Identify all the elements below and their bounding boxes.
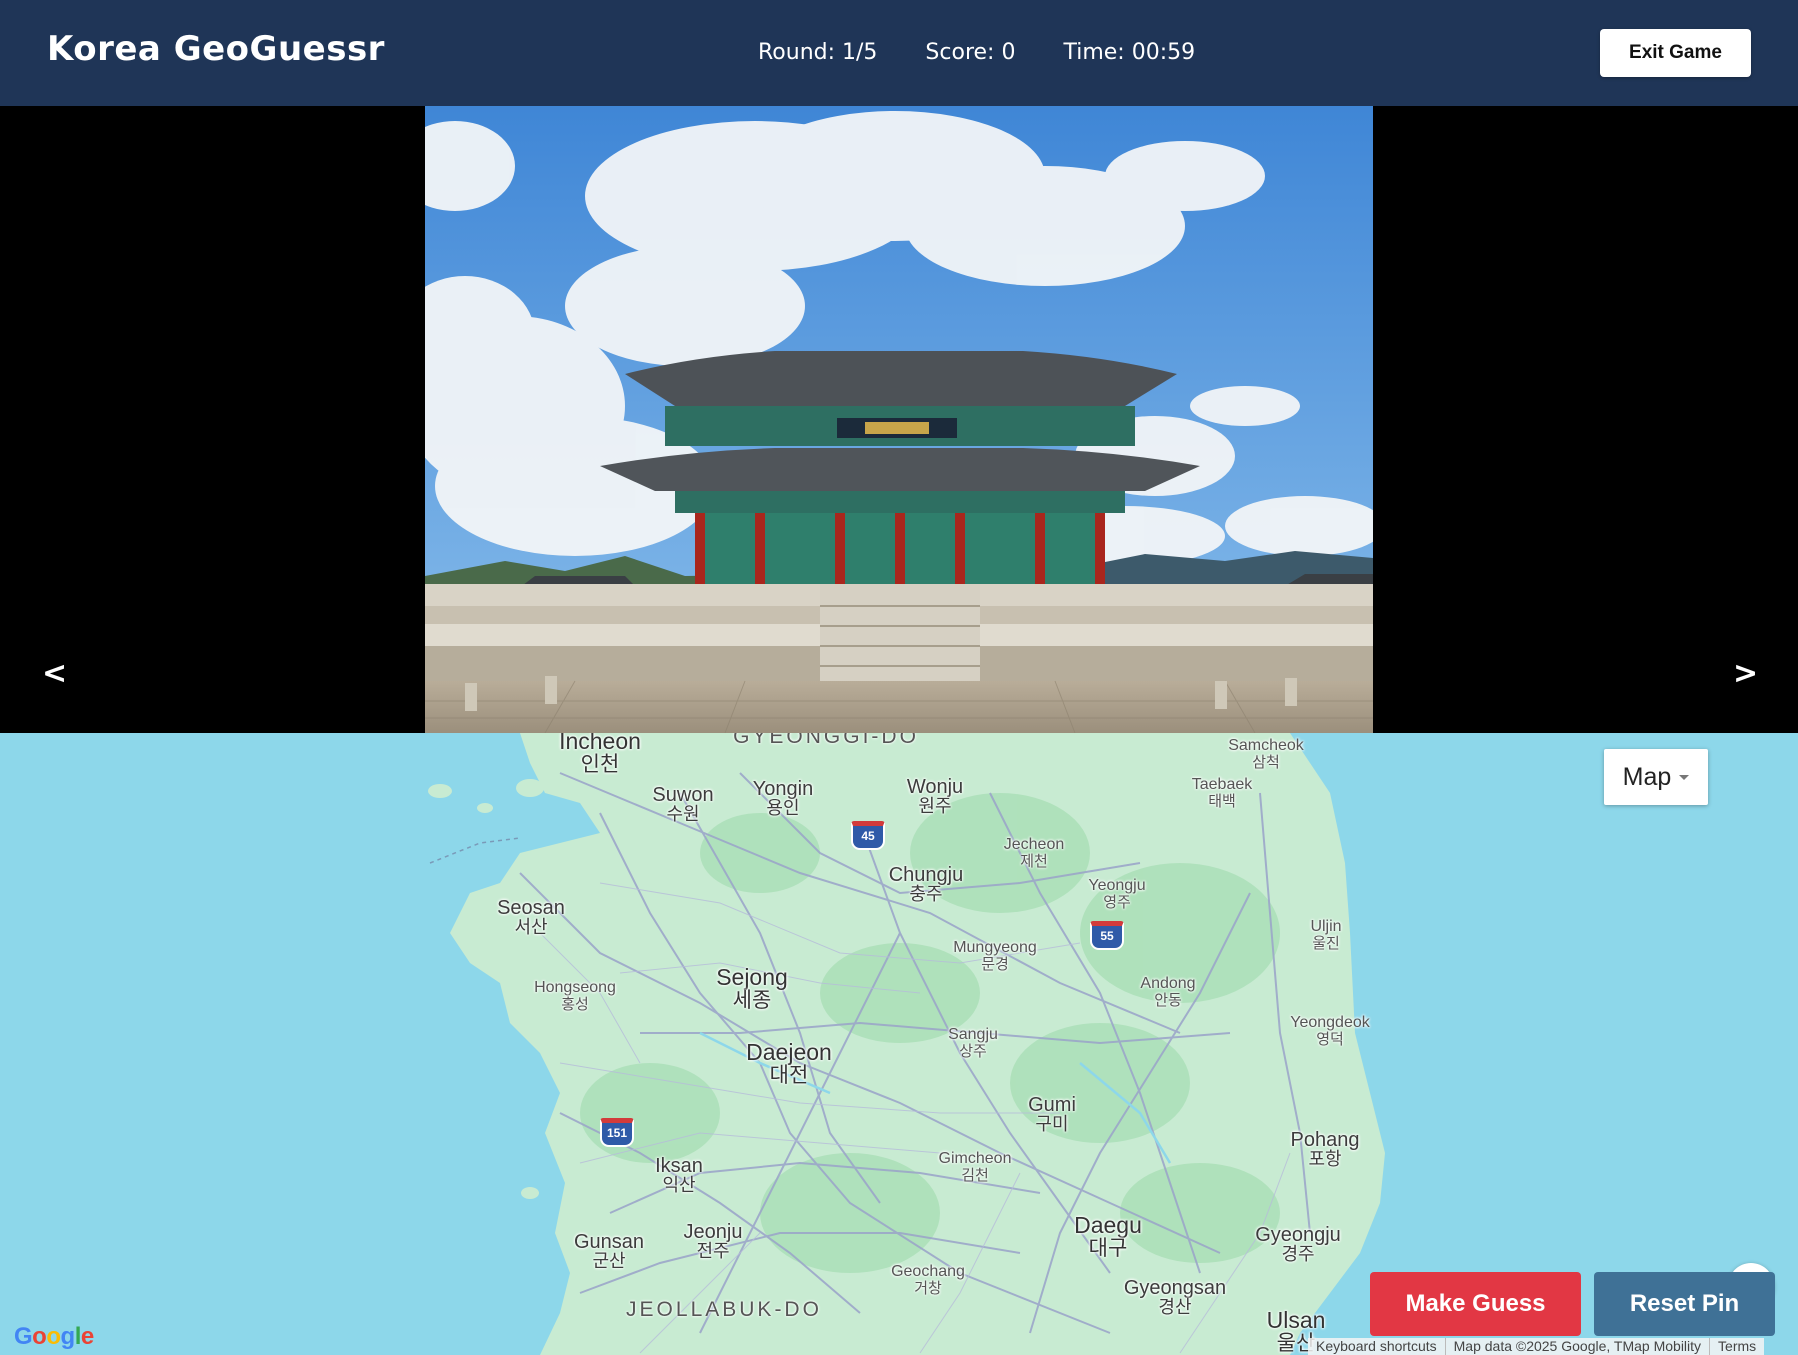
make-guess-button[interactable]: Make Guess xyxy=(1370,1272,1581,1336)
round-counter: Round: 1/5 xyxy=(758,40,878,65)
city-label-hongseong: Hongseong 홍성 xyxy=(534,979,616,1013)
city-label-mungyeong: Mungyeong 문경 xyxy=(953,939,1037,973)
score-display: Score: 0 xyxy=(925,40,1016,65)
next-photo-button[interactable]: > xyxy=(1733,656,1758,691)
city-label-samcheok: Samcheok 삼척 xyxy=(1228,737,1304,771)
highway-shield: 151 xyxy=(600,1118,634,1147)
guess-map[interactable]: GYEONGGI-DO JEOLLABUK-DO 45 55 151 Inche… xyxy=(0,733,1798,1355)
keyboard-shortcuts-link[interactable]: Keyboard shortcuts xyxy=(1308,1338,1445,1355)
city-label-gunsan: Gunsan 군산 xyxy=(573,1231,645,1272)
city-label-jeonju: Jeonju 전주 xyxy=(683,1221,743,1262)
highway-shield: 45 xyxy=(851,821,885,850)
reset-pin-button[interactable]: Reset Pin xyxy=(1594,1272,1775,1336)
highway-shield: 55 xyxy=(1090,921,1124,950)
top-bar: Korea GeoGuessr Round: 1/5 Score: 0 Time… xyxy=(0,0,1798,106)
city-label-gyeongsan: Gyeongsan 경산 xyxy=(1123,1277,1227,1318)
game-title: Korea GeoGuessr xyxy=(47,29,385,69)
city-label-pohang: Pohang 포항 xyxy=(1290,1129,1360,1170)
city-label-andong: Andong 안동 xyxy=(1140,975,1196,1009)
city-label-seosan: Seosan 서산 xyxy=(497,897,565,938)
game-stats: Round: 1/5 Score: 0 Time: 00:59 xyxy=(758,40,1195,65)
city-label-daegu: Daegu 대구 xyxy=(1074,1212,1142,1261)
city-label-gimcheon: Gimcheon 김천 xyxy=(938,1150,1012,1184)
city-label-taebaek: Taebaek 태백 xyxy=(1191,776,1253,810)
city-label-chungju: Chungju 충주 xyxy=(888,864,964,905)
region-label-gyeonggi: GYEONGGI-DO xyxy=(733,733,919,748)
exit-game-button[interactable]: Exit Game xyxy=(1600,29,1751,77)
city-label-wonju: Wonju 원주 xyxy=(906,776,964,817)
city-label-uljin: Uljin 울진 xyxy=(1310,918,1342,952)
city-label-suwon: Suwon 수원 xyxy=(652,784,714,825)
city-label-jecheon: Jecheon 제천 xyxy=(1003,836,1065,870)
city-label-geochang: Geochang 거창 xyxy=(891,1263,965,1297)
map-type-selector[interactable]: Map xyxy=(1604,749,1708,805)
map-attribution: Keyboard shortcuts Map data ©2025 Google… xyxy=(1308,1338,1765,1355)
photo-viewer: < > xyxy=(0,106,1798,733)
city-label-incheon: Incheon 인천 xyxy=(559,733,641,777)
map-type-label: Map xyxy=(1622,762,1672,791)
city-label-yeongju: Yeongju 영주 xyxy=(1088,877,1146,911)
city-label-sejong: Sejong 세종 xyxy=(716,964,788,1013)
region-label-jeollabuk: JEOLLABUK-DO xyxy=(626,1298,822,1321)
google-logo: Google xyxy=(14,1323,94,1350)
previous-photo-button[interactable]: < xyxy=(42,656,67,691)
city-label-iksan: Iksan 익산 xyxy=(655,1155,703,1196)
map-data-credit: Map data ©2025 Google, TMap Mobility xyxy=(1444,1338,1709,1355)
city-label-yeongdeok: Yeongdeok 영덕 xyxy=(1290,1014,1370,1048)
location-photo xyxy=(425,106,1373,733)
terms-link[interactable]: Terms xyxy=(1709,1338,1764,1355)
chevron-down-icon xyxy=(1679,774,1690,780)
city-label-daejeon: Daejeon 대전 xyxy=(746,1039,832,1088)
korea-map-canvas xyxy=(428,733,1385,1355)
city-label-gyeongju: Gyeongju 경주 xyxy=(1255,1224,1341,1265)
palace-hall-photo xyxy=(425,106,1373,733)
timer-display: Time: 00:59 xyxy=(1063,40,1196,65)
city-label-sangju: Sangju 상주 xyxy=(948,1026,998,1060)
city-label-yongin: Yongin 용인 xyxy=(752,778,814,819)
city-label-gumi: Gumi 구미 xyxy=(1028,1094,1076,1135)
